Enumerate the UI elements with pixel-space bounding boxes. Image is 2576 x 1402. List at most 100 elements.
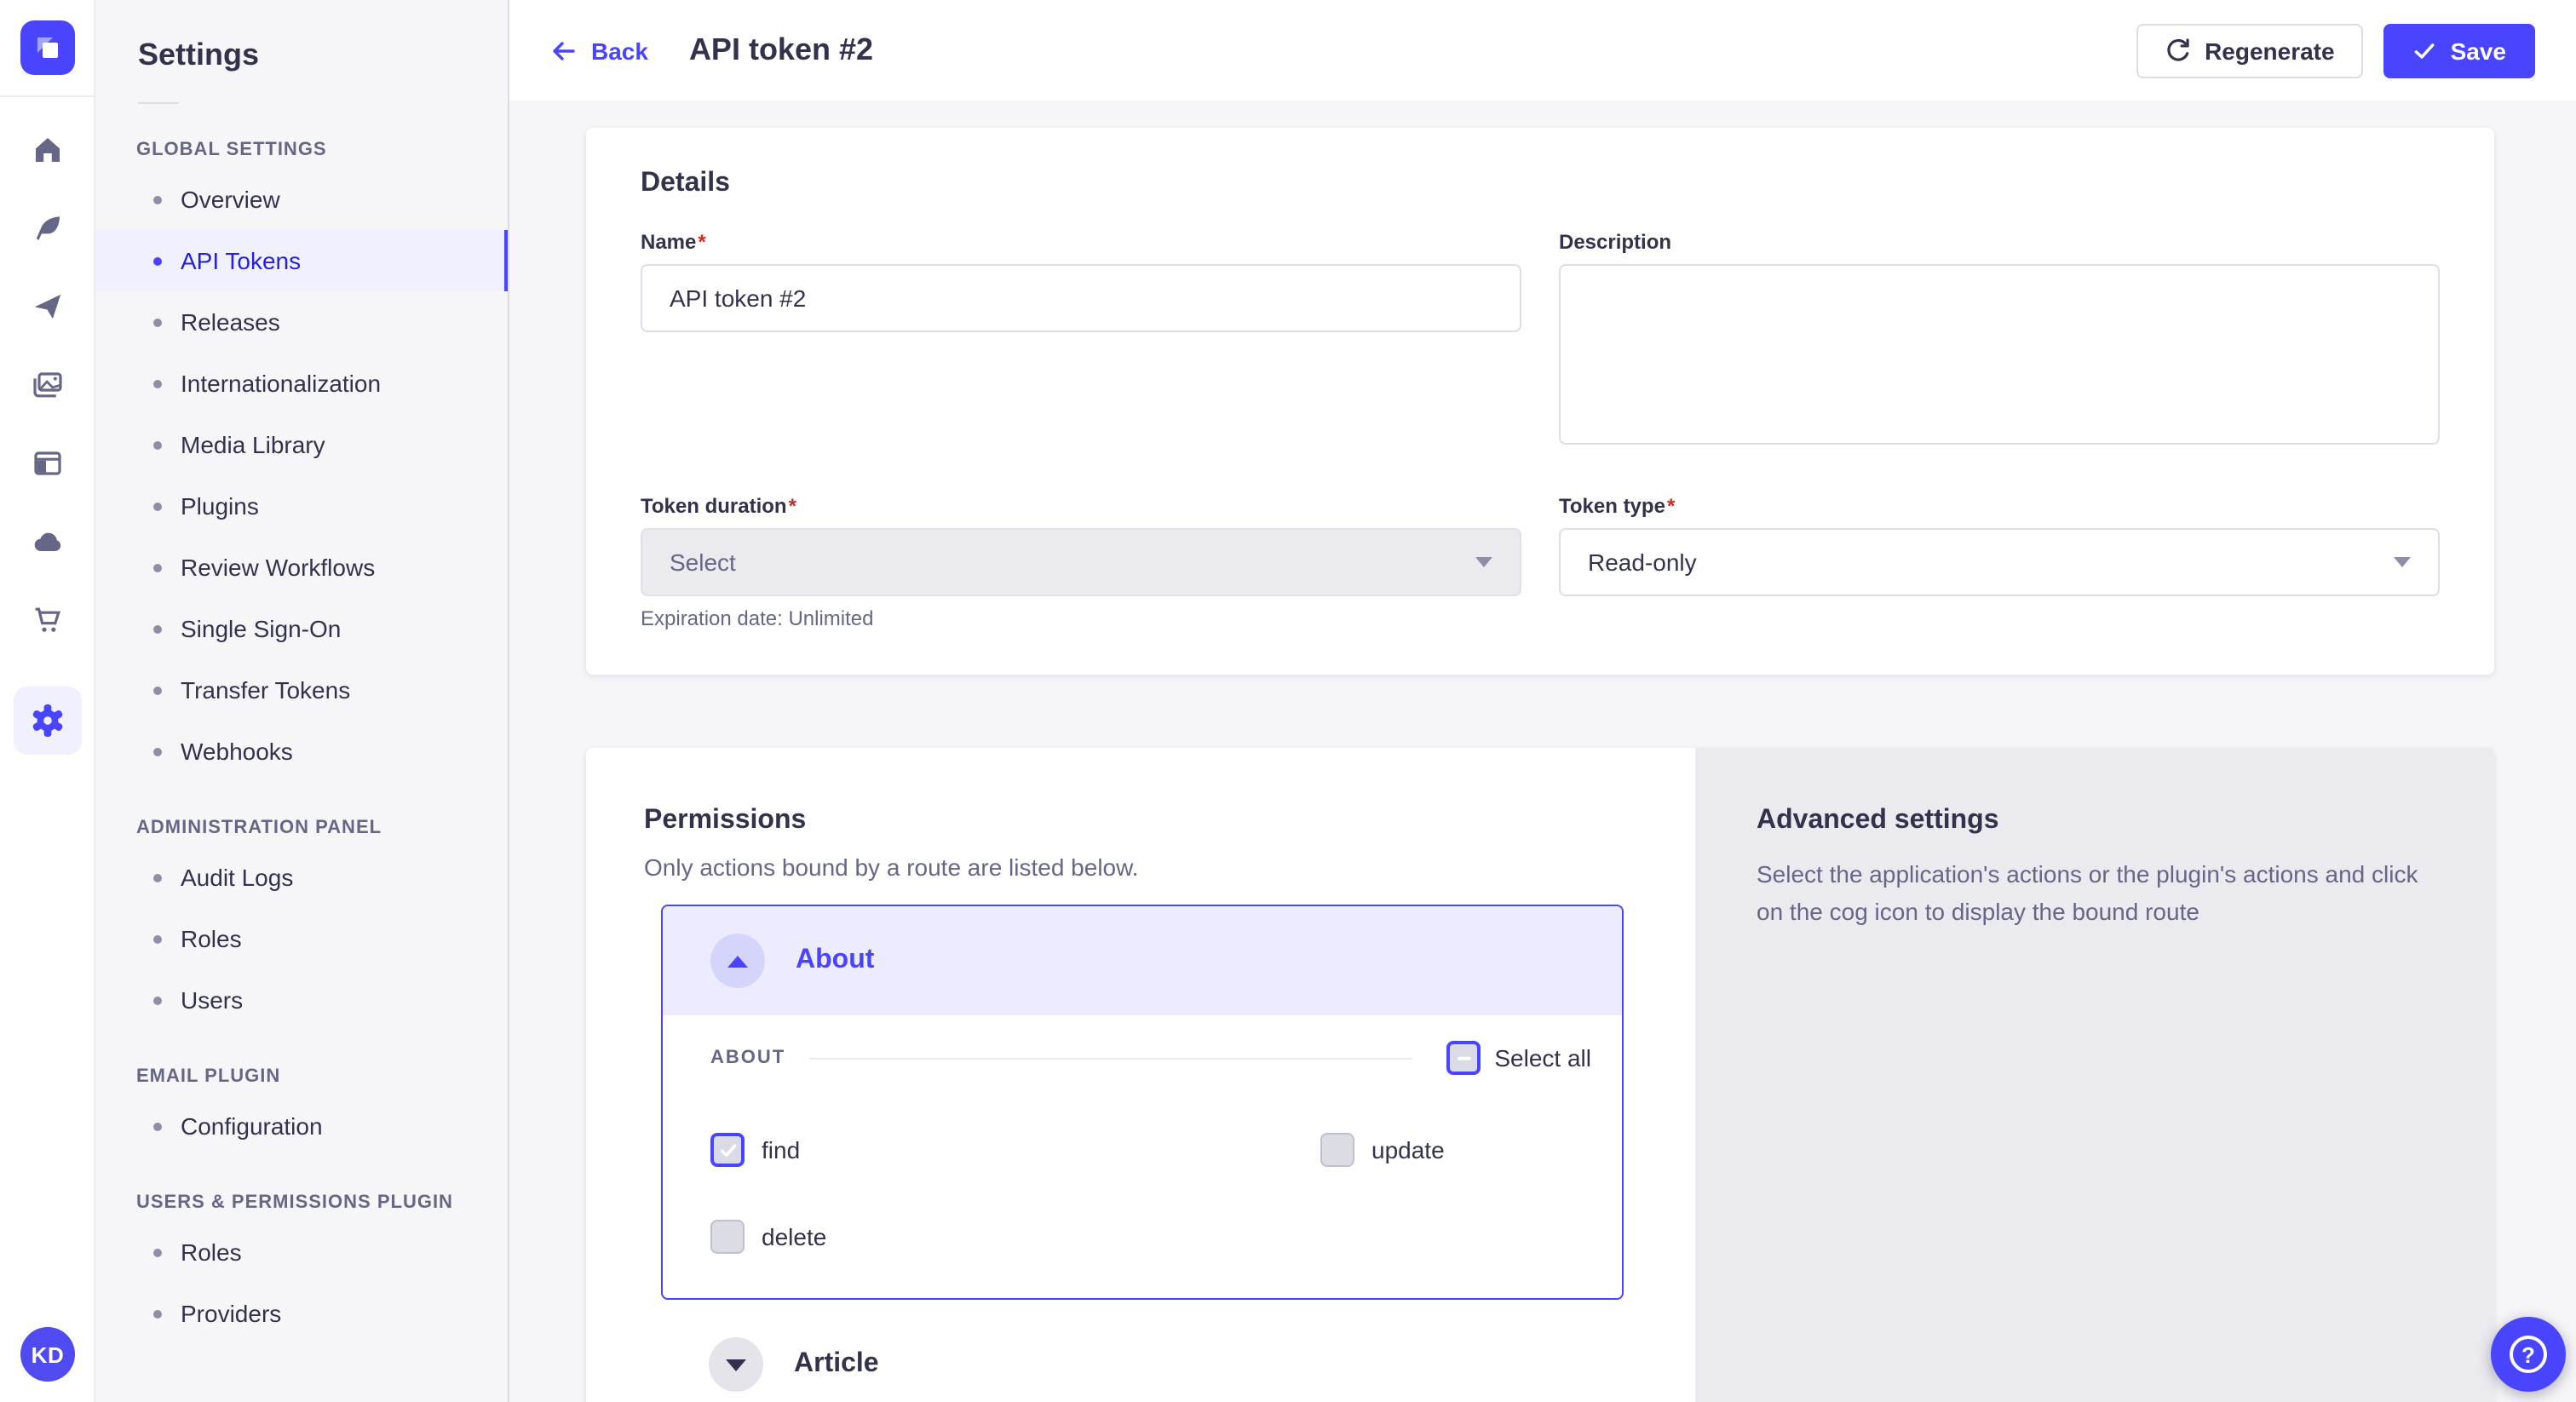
accordion-about-title: About xyxy=(796,945,874,976)
bullet-icon xyxy=(153,379,162,388)
update-checkbox[interactable] xyxy=(1320,1133,1354,1167)
back-button[interactable]: Back xyxy=(550,37,648,64)
sidebar-item-media-library[interactable]: Media Library xyxy=(95,414,508,475)
token-type-select[interactable]: Read-only xyxy=(1559,528,2440,596)
bullet-icon xyxy=(153,502,162,510)
help-button[interactable]: ? xyxy=(2491,1317,2566,1392)
indeterminate-dash-icon xyxy=(1454,1049,1473,1067)
page-content: Details Name* Description Token duration… xyxy=(509,101,2576,1402)
collapse-button[interactable] xyxy=(710,934,765,988)
send-paper-plane-icon[interactable] xyxy=(30,290,64,324)
refresh-icon xyxy=(2165,37,2191,63)
section-email-plugin: EMAIL PLUGIN xyxy=(95,1066,508,1087)
accordion-about-body: ABOUT Select all xyxy=(663,1015,1622,1298)
strapi-logo[interactable] xyxy=(20,20,74,75)
sidebar-item-admin-roles[interactable]: Roles xyxy=(95,908,508,969)
name-input[interactable] xyxy=(641,264,1521,332)
action-delete: delete xyxy=(710,1220,1320,1254)
sidebar-item-audit-logs[interactable]: Audit Logs xyxy=(95,847,508,908)
bullet-icon xyxy=(153,686,162,694)
bullet-icon xyxy=(153,195,162,204)
details-form-row-2: Token duration* Select Expiration date: … xyxy=(641,494,2440,630)
permissions-accordion-group: About ABOUT Select all xyxy=(661,905,1624,1402)
token-type-label: Token type* xyxy=(1559,494,2440,518)
page-header: Back API token #2 Regenerate Save xyxy=(509,0,2576,101)
accordion-article-title: Article xyxy=(794,1349,879,1380)
sidebar-item-webhooks[interactable]: Webhooks xyxy=(95,721,508,782)
sidebar-item-up-providers[interactable]: Providers xyxy=(95,1283,508,1344)
description-textarea[interactable] xyxy=(1559,264,2440,445)
permissions-subtitle: Only actions bound by a route are listed… xyxy=(644,853,1624,881)
home-icon[interactable] xyxy=(30,133,64,167)
sidebar-item-api-tokens[interactable]: API Tokens xyxy=(95,230,508,291)
token-duration-helper: Expiration date: Unlimited xyxy=(641,606,1521,630)
chevron-up-icon xyxy=(727,955,748,967)
header-actions: Regenerate Save xyxy=(2136,23,2535,78)
bullet-icon xyxy=(153,747,162,756)
settings-gear-icon[interactable] xyxy=(13,687,81,755)
sidebar-item-plugins[interactable]: Plugins xyxy=(95,475,508,537)
name-label: Name* xyxy=(641,230,1521,254)
save-button[interactable]: Save xyxy=(2384,23,2535,78)
bullet-icon xyxy=(153,624,162,633)
media-library-icon[interactable] xyxy=(30,368,64,402)
section-administration-panel: ADMINISTRATION PANEL xyxy=(95,818,508,838)
strapi-logo-icon xyxy=(20,20,74,75)
permissions-card: Permissions Only actions bound by a rout… xyxy=(586,748,2494,1402)
description-label: Description xyxy=(1559,230,2440,254)
accordion-article-header[interactable]: Article xyxy=(661,1300,1624,1402)
token-type-field-group: Token type* Read-only xyxy=(1559,494,2440,596)
rail-nav xyxy=(13,133,81,755)
permissions-panel: Permissions Only actions bound by a rout… xyxy=(586,748,1695,1402)
users-permissions-list: Roles Providers xyxy=(95,1221,508,1344)
sidebar-item-single-sign-on[interactable]: Single Sign-On xyxy=(95,598,508,659)
name-field-group: Name* xyxy=(641,230,1521,332)
sidebar-item-internationalization[interactable]: Internationalization xyxy=(95,353,508,414)
bullet-icon xyxy=(153,873,162,882)
regenerate-button[interactable]: Regenerate xyxy=(2136,23,2364,78)
required-asterisk: * xyxy=(789,494,796,518)
find-checkbox[interactable] xyxy=(710,1133,745,1167)
bullet-icon xyxy=(153,256,162,265)
bullet-icon xyxy=(153,318,162,326)
sidebar-divider xyxy=(138,102,179,104)
user-avatar[interactable]: KD xyxy=(20,1327,75,1382)
accordion-about-header[interactable]: About xyxy=(663,906,1622,1015)
layout-icon[interactable] xyxy=(30,446,64,480)
select-all-label: Select all xyxy=(1494,1044,1591,1072)
advanced-settings-heading: Advanced settings xyxy=(1757,806,2433,836)
sidebar-item-email-configuration[interactable]: Configuration xyxy=(95,1095,508,1157)
group-divider xyxy=(809,1057,1412,1059)
advanced-settings-body: Select the application's actions or the … xyxy=(1757,857,2431,931)
accordion-about: About ABOUT Select all xyxy=(661,905,1624,1300)
advanced-settings-panel: Advanced settings Select the application… xyxy=(1695,748,2494,1402)
page-title: API token #2 xyxy=(689,32,873,68)
token-duration-select[interactable]: Select xyxy=(641,528,1521,596)
token-duration-field-group: Token duration* Select Expiration date: … xyxy=(641,494,1521,630)
content-manager-feather-icon[interactable] xyxy=(30,211,64,245)
sidebar-item-review-workflows[interactable]: Review Workflows xyxy=(95,537,508,598)
details-heading: Details xyxy=(641,169,2440,199)
sidebar-item-transfer-tokens[interactable]: Transfer Tokens xyxy=(95,659,508,721)
sidebar-item-admin-users[interactable]: Users xyxy=(95,969,508,1031)
cloud-icon[interactable] xyxy=(30,525,64,559)
delete-checkbox[interactable] xyxy=(710,1220,745,1254)
bullet-icon xyxy=(153,440,162,449)
workspace-rail: KD xyxy=(0,0,95,1402)
required-asterisk: * xyxy=(1667,494,1675,518)
required-asterisk: * xyxy=(698,230,705,254)
marketplace-cart-icon[interactable] xyxy=(30,603,64,637)
bullet-icon xyxy=(153,1309,162,1318)
description-field-group: Description xyxy=(1559,230,2440,453)
rail-divider xyxy=(0,95,95,97)
sidebar-title: Settings xyxy=(95,37,508,73)
bullet-icon xyxy=(153,1248,162,1256)
email-plugin-list: Configuration xyxy=(95,1095,508,1157)
expand-button[interactable] xyxy=(709,1337,763,1392)
sidebar-item-up-roles[interactable]: Roles xyxy=(95,1221,508,1283)
sidebar-item-overview[interactable]: Overview xyxy=(95,169,508,230)
select-all-checkbox[interactable] xyxy=(1446,1041,1481,1075)
sidebar-item-releases[interactable]: Releases xyxy=(95,291,508,353)
bullet-icon xyxy=(153,1122,162,1130)
question-mark-icon: ? xyxy=(2510,1336,2547,1373)
